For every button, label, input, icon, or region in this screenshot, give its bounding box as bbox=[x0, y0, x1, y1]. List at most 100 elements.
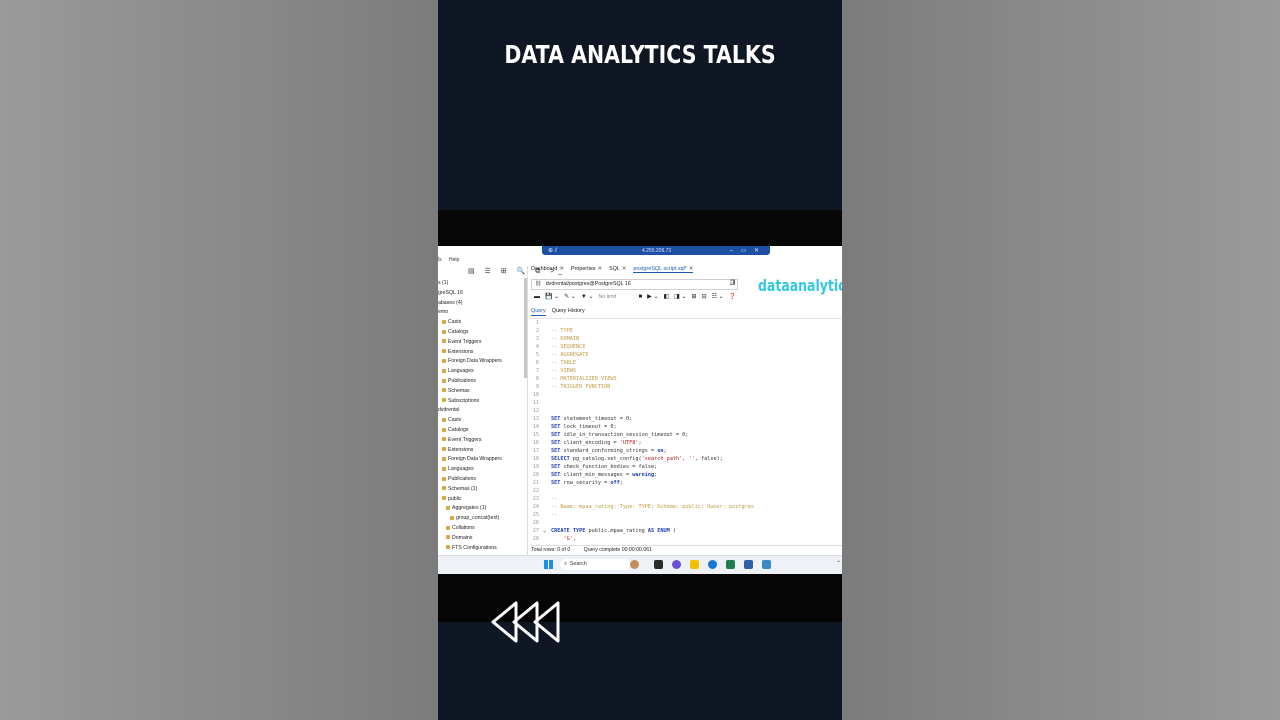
tree-node[interactable]: Casts bbox=[438, 318, 526, 328]
connection-selector[interactable]: ⛓ dvdrental/postgres@PostgreSQL 16 ⌄ bbox=[531, 279, 738, 290]
close-icon[interactable]: ✕ bbox=[559, 266, 564, 272]
code-token: ; bbox=[619, 480, 623, 486]
file-explorer-icon[interactable] bbox=[690, 560, 699, 569]
tree-node[interactable]: emo bbox=[438, 308, 526, 318]
tree-node[interactable]: Subscriptions bbox=[438, 397, 526, 407]
fold-chevron-icon[interactable]: ⌄ bbox=[543, 527, 546, 535]
code-line: 17 SET standard_conforming_strings = on; bbox=[529, 447, 842, 455]
line-number: 12 bbox=[532, 408, 539, 414]
excel-icon[interactable] bbox=[726, 560, 735, 569]
toolbar-button-icon[interactable]: ⊞ bbox=[692, 293, 697, 300]
row-limit-select[interactable]: No limit bbox=[599, 294, 639, 300]
close-icon[interactable]: ✕ bbox=[689, 266, 694, 272]
tree-node-label: Publications bbox=[448, 475, 476, 482]
tree-node[interactable]: Catalogs bbox=[438, 426, 526, 436]
menu-item-help[interactable]: Help bbox=[449, 257, 459, 263]
tree-node[interactable]: FTS Configurations bbox=[438, 544, 526, 554]
tree-node[interactable]: Publications bbox=[438, 475, 526, 485]
code-token: client_min_messages = bbox=[560, 472, 633, 478]
code-line: 18 SELECT pg_catalog.set_config('search_p… bbox=[529, 455, 842, 463]
tree-node[interactable]: Languages bbox=[438, 465, 526, 475]
link-icon: ⛓ bbox=[535, 281, 542, 287]
folder-icon bbox=[442, 349, 446, 354]
tree-node-label: public bbox=[448, 495, 462, 502]
line-number: 22 bbox=[532, 488, 539, 494]
tree-node[interactable]: public bbox=[438, 495, 526, 505]
system-tray-chevron-icon[interactable]: ⌃ bbox=[836, 560, 841, 567]
tree-node[interactable]: Schemas (1) bbox=[438, 485, 526, 495]
tree-node[interactable]: Event Triggers bbox=[438, 338, 526, 348]
pgadmin-elephant-icon[interactable] bbox=[744, 560, 753, 569]
subtab-1[interactable]: Query History bbox=[552, 308, 585, 315]
tree-node[interactable]: greSQL 16 bbox=[438, 289, 526, 299]
tree-node[interactable]: Foreign Data Wrappers bbox=[438, 357, 526, 367]
remote-desktop-bar[interactable]: ⊕ ⫽ 4.255.209.73 – ▭ ✕ bbox=[542, 246, 770, 255]
toolbar-button-icon[interactable]: ✎ ⌄ bbox=[564, 293, 576, 300]
line-number: 1 bbox=[535, 320, 539, 326]
sql-editor[interactable]: 1 2 -- TYPE 3 -- DOMAIN 4 -- SEQUENCE 5 -- AGGRE… bbox=[529, 318, 842, 542]
window-controls[interactable]: – ▭ ✕ bbox=[730, 247, 762, 254]
close-icon[interactable]: ✕ bbox=[597, 266, 602, 272]
rewind-icon[interactable] bbox=[490, 600, 570, 644]
user-avatar-icon[interactable] bbox=[630, 560, 639, 569]
subtab-0[interactable]: Query bbox=[531, 308, 546, 316]
folder-icon bbox=[446, 545, 450, 550]
tree-node[interactable]: Extensions bbox=[438, 446, 526, 456]
line-number: 28 bbox=[532, 536, 539, 542]
tab-2[interactable]: SQL ✕ bbox=[609, 266, 626, 272]
pane-divider[interactable] bbox=[527, 266, 528, 566]
tree-node[interactable]: group_concat(text) bbox=[438, 514, 526, 524]
tree-node[interactable]: Event Triggers bbox=[438, 436, 526, 446]
toolbar-button-icon[interactable]: ☷ ⌄ bbox=[712, 293, 724, 300]
tree-node[interactable]: dvdrental bbox=[438, 406, 526, 416]
tree-node[interactable]: Foreign Data Wrappers bbox=[438, 455, 526, 465]
tree-node[interactable]: abases (4) bbox=[438, 299, 526, 309]
taskbar-search[interactable]: ⌕ Search bbox=[560, 559, 630, 570]
toolbar-button-icon[interactable]: ◧ bbox=[663, 293, 669, 300]
toolbar-button-icon[interactable]: 💾 ⌄ bbox=[545, 293, 559, 300]
tab-0[interactable]: Dashboard ✕ bbox=[531, 266, 564, 272]
tab-label: postgreSQL script.sql* bbox=[633, 266, 687, 272]
tree-node[interactable]: Casts bbox=[438, 416, 526, 426]
toolbar-button-icon[interactable]: ▬ bbox=[534, 294, 540, 300]
code-line: 28 'G', bbox=[529, 535, 842, 543]
tree-node[interactable]: Schemas bbox=[438, 387, 526, 397]
edge-browser-icon[interactable] bbox=[708, 560, 717, 569]
line-number: 7 bbox=[535, 368, 539, 374]
tree-node-label: Subscriptions bbox=[448, 397, 480, 404]
tree-node-label: Aggregates (1) bbox=[452, 505, 487, 512]
task-view-icon[interactable] bbox=[654, 560, 663, 569]
folder-icon bbox=[442, 359, 446, 363]
code-line: 6 -- TABLE bbox=[529, 359, 842, 367]
menu-bar: ls Help bbox=[438, 257, 465, 263]
tree-node[interactable]: Collations bbox=[438, 524, 526, 534]
folder-icon bbox=[442, 388, 446, 393]
code-token: 'G' bbox=[551, 536, 573, 542]
tree-node[interactable]: s (1) bbox=[438, 279, 526, 289]
tab-3[interactable]: postgreSQL script.sql* ✕ bbox=[633, 266, 694, 273]
windows-start-icon[interactable] bbox=[544, 560, 553, 569]
toolbar-button-icon[interactable]: ❓ bbox=[729, 293, 736, 300]
tree-node[interactable]: Publications bbox=[438, 377, 526, 387]
code-token: off bbox=[610, 480, 620, 486]
folder-icon bbox=[442, 456, 446, 461]
tab-1[interactable]: Properties ✕ bbox=[571, 266, 602, 272]
tree-node[interactable]: Extensions bbox=[438, 348, 526, 358]
calculator-icon[interactable] bbox=[762, 560, 771, 569]
toolbar-button-icon[interactable]: ▶ ⌄ bbox=[647, 293, 658, 300]
code-line: 19 SET check_function_bodies = false; bbox=[529, 463, 842, 471]
tree-node[interactable]: Languages bbox=[438, 367, 526, 377]
close-icon[interactable]: ✕ bbox=[622, 266, 627, 272]
toolbar-button-icon[interactable]: ▼ ⌄ bbox=[581, 293, 594, 300]
toolbar-button-icon[interactable]: ⊟ bbox=[702, 293, 707, 300]
toolbar-button-icon[interactable]: ◨ ⌄ bbox=[674, 293, 686, 300]
chat-icon[interactable] bbox=[672, 560, 681, 569]
toolbar-button-icon[interactable]: ■ bbox=[639, 294, 643, 300]
pin-icon[interactable]: ⊕ ⫽ bbox=[548, 247, 557, 255]
code-token: -- bbox=[551, 496, 558, 502]
tree-node[interactable]: Aggregates (1) bbox=[438, 504, 526, 514]
menu-item-tools[interactable]: ls bbox=[438, 257, 442, 263]
tree-node[interactable]: Catalogs bbox=[438, 328, 526, 338]
connection-db-icon[interactable]: 🛢 bbox=[729, 279, 737, 286]
tree-node[interactable]: Domains bbox=[438, 534, 526, 544]
